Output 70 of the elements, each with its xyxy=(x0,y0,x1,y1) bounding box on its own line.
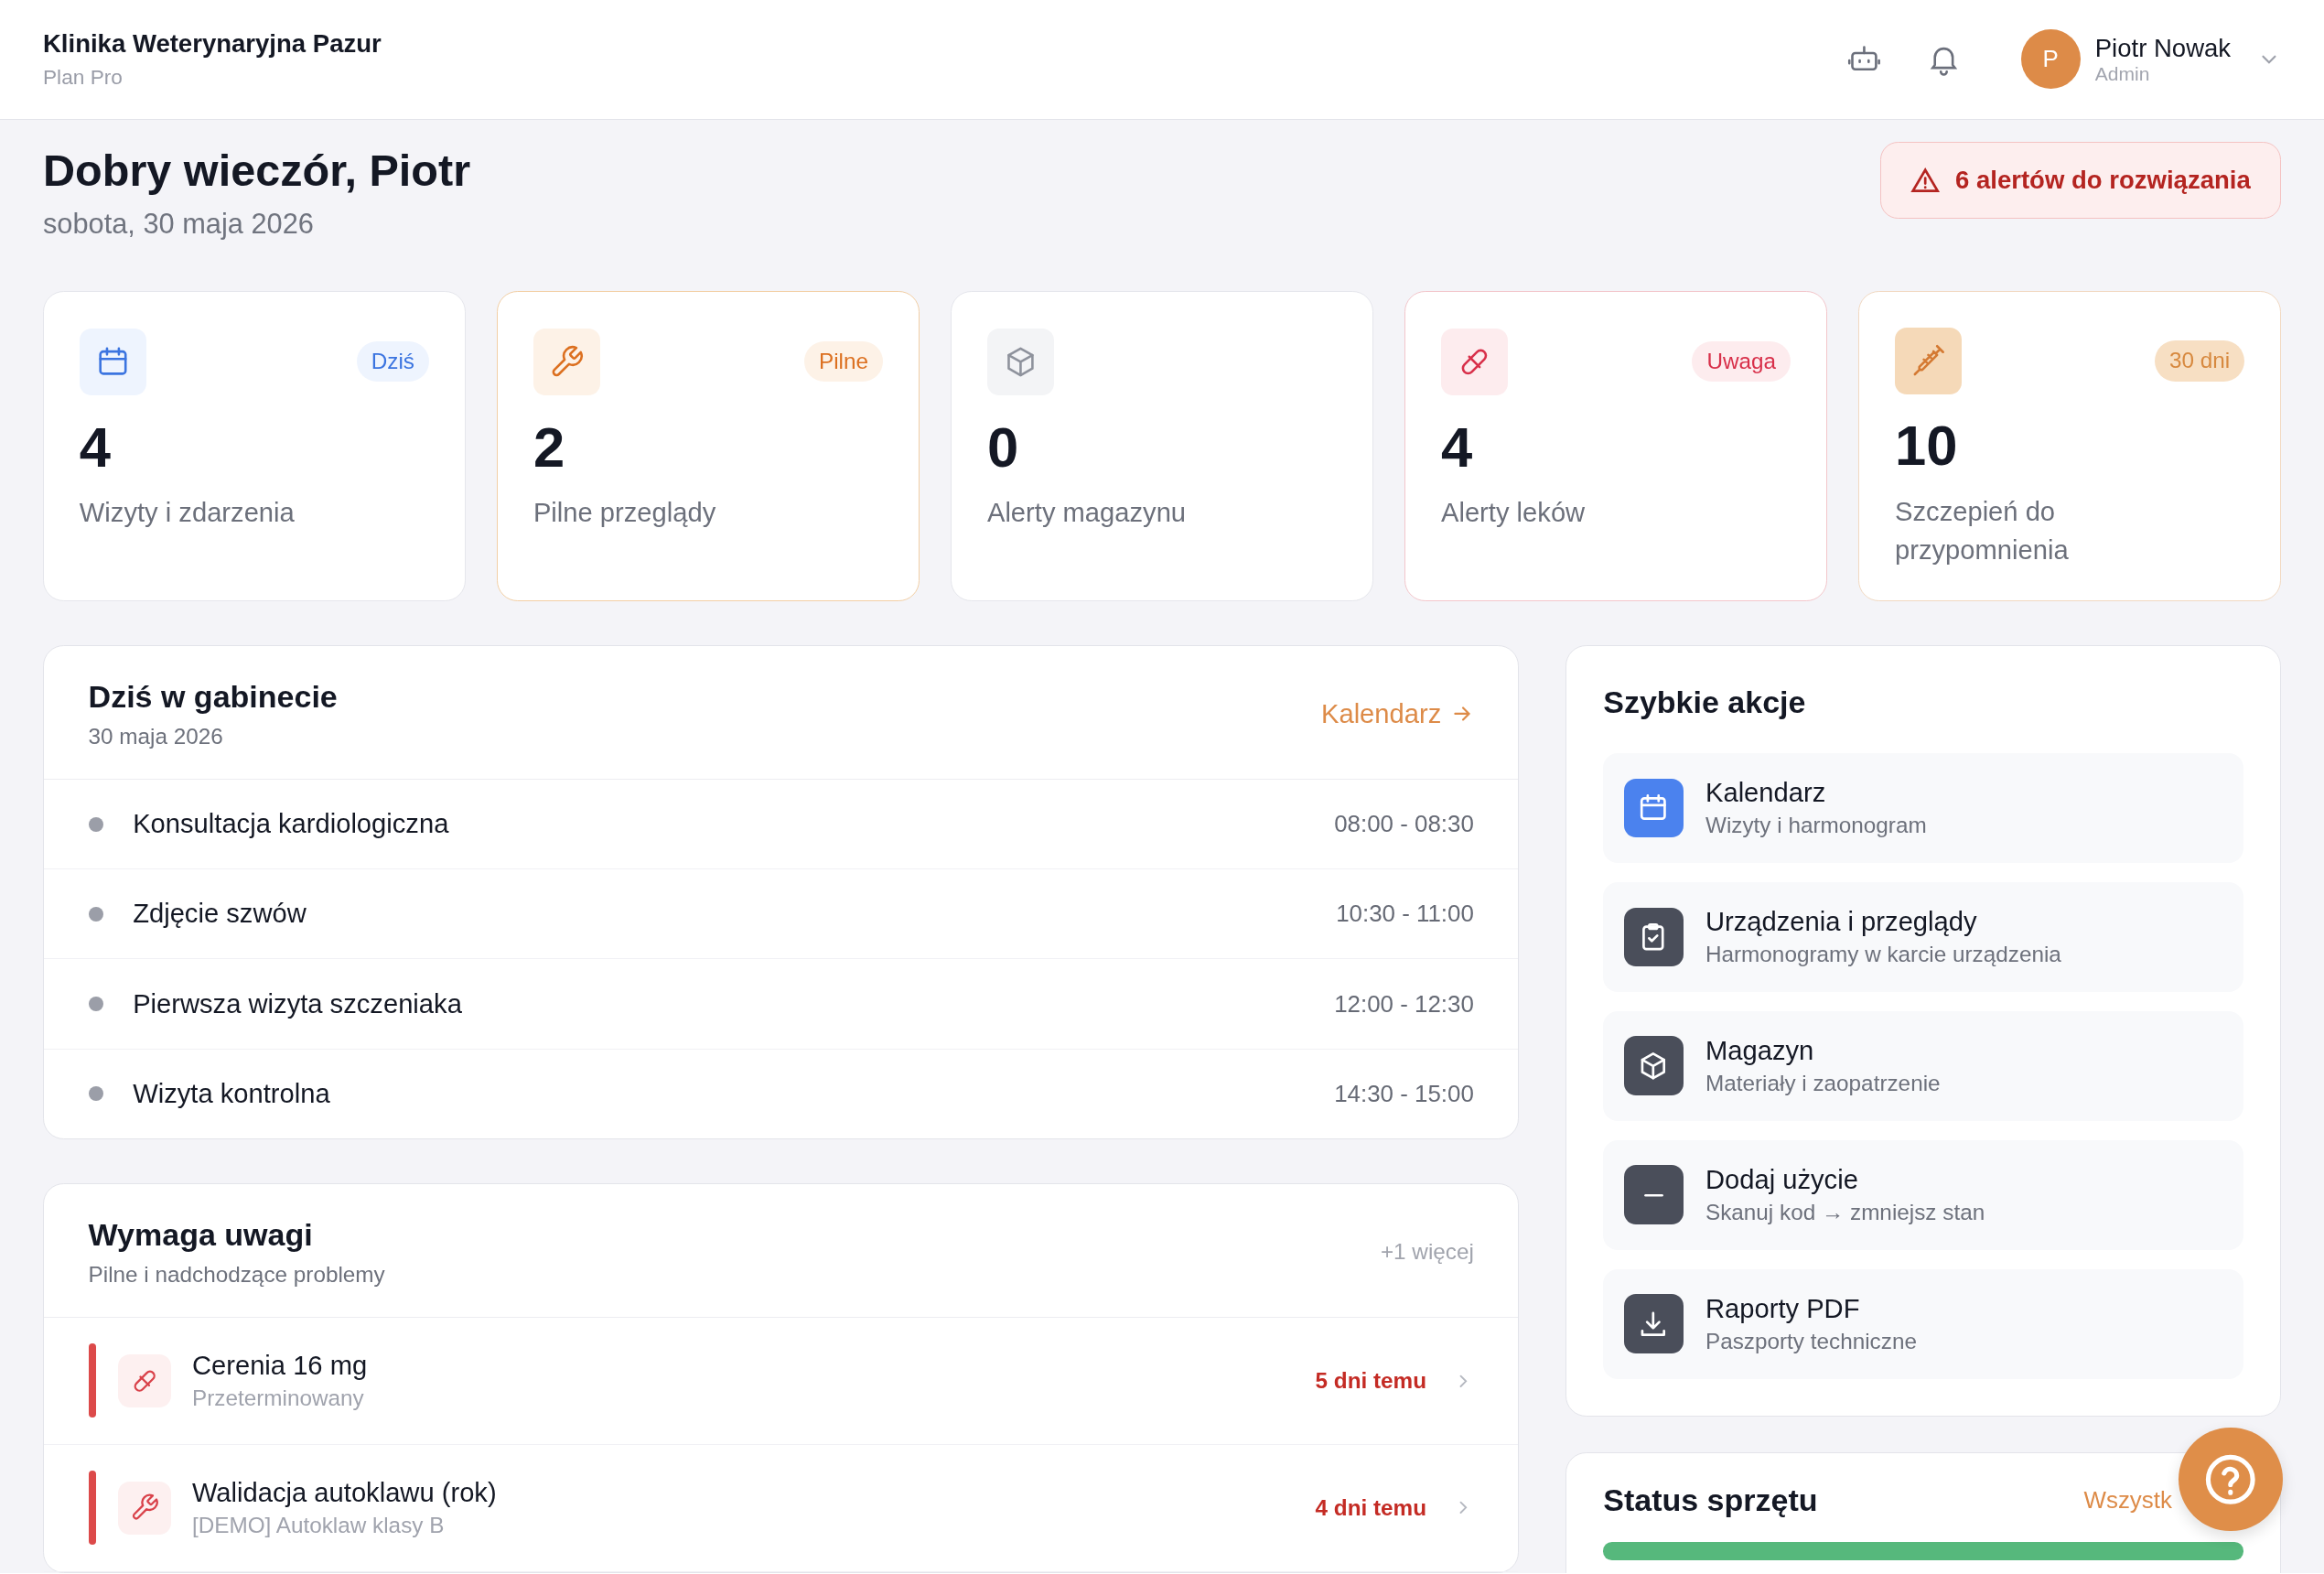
plan-label: Plan Pro xyxy=(42,64,124,90)
user-name: Piotr Nowak xyxy=(2094,33,2232,63)
clinic-name: Klinika Weterynaryjna Pazur xyxy=(42,29,382,59)
event-time: 14:30 - 15:00 xyxy=(1334,1080,1474,1107)
stat-label: Pilne przeglądy xyxy=(533,497,717,530)
stat-card[interactable]: Dziś 4 Wizyty i zdarzenia xyxy=(42,291,466,601)
quick-action[interactable]: Urządzenia i przeglądy Harmonogramy w karcie urządzenia xyxy=(1603,882,2243,992)
event-time: 10:30 - 11:00 xyxy=(1336,900,1474,928)
stat-label: Alerty magazynu xyxy=(986,497,1188,530)
action-title: Dodaj użycie xyxy=(1705,1164,1859,1195)
quick-action[interactable]: Raporty PDF Paszporty techniczne xyxy=(1603,1268,2243,1379)
stat-card[interactable]: Pilne 2 Pilne przeglądy xyxy=(497,291,920,601)
issue-time: 4 dni temu xyxy=(1315,1494,1427,1521)
event-title: Pierwsza wizyta szczeniaka xyxy=(133,988,463,1019)
issue-subtitle: [DEMO] Autoklaw klasy B xyxy=(191,1512,446,1538)
more-count: +1 więcej xyxy=(1380,1239,1474,1266)
issue-title: Walidacja autoklawu (rok) xyxy=(191,1477,498,1508)
action-subtitle: Paszporty techniczne xyxy=(1705,1328,1917,1354)
stat-card[interactable]: Uwaga 4 Alerty leków xyxy=(1404,291,1828,601)
issue-title: Cerenia 16 mg xyxy=(191,1351,369,1382)
event-row[interactable]: Pierwsza wizyta szczeniaka 12:00 - 12:30 xyxy=(43,959,1519,1050)
stat-card[interactable]: 30 dni 10 Szczepień do przypomnienia xyxy=(1858,291,2282,601)
issue-time: 5 dni temu xyxy=(1315,1368,1427,1394)
stat-label: Wizyty i zdarzenia xyxy=(79,497,296,530)
event-row[interactable]: Wizyta kontrolna 14:30 - 15:00 xyxy=(43,1049,1519,1138)
quick-action[interactable]: Kalendarz Wizyty i harmonogram xyxy=(1603,753,2243,863)
action-subtitle: Skanuj kod → zmniejsz stan xyxy=(1705,1199,1985,1225)
stat-value: 0 xyxy=(986,415,1020,480)
action-title: Kalendarz xyxy=(1705,778,1827,809)
avatar: P xyxy=(2020,29,2081,90)
panel-title: Dziś w gabinecie xyxy=(88,678,338,715)
greeting-date: sobota, 30 maja 2026 xyxy=(42,208,315,242)
user-role: Admin xyxy=(2094,62,2151,85)
panel-subtitle: Pilne i nadchodzące problemy xyxy=(88,1261,385,1288)
event-time: 12:00 - 12:30 xyxy=(1334,990,1474,1018)
action-subtitle: Harmonogramy w karcie urządzenia xyxy=(1705,941,2061,967)
stat-value: 2 xyxy=(533,415,566,480)
issue-subtitle: Przeterminowany xyxy=(191,1385,365,1411)
stat-badge: Pilne xyxy=(803,341,884,383)
panel-title: Szybkie akcje xyxy=(1603,685,1807,721)
panel-date: 30 maja 2026 xyxy=(88,723,224,749)
event-time: 08:00 - 08:30 xyxy=(1334,811,1474,838)
action-title: Urządzenia i przeglądy xyxy=(1705,907,1978,937)
issue-row[interactable]: Walidacja autoklawu (rok) [DEMO] Autoklaw klasy B 4 dni temu xyxy=(43,1444,1519,1572)
action-subtitle: Materiały i zaopatrzenie xyxy=(1705,1070,1941,1096)
stat-badge: Dziś xyxy=(356,341,430,383)
stat-value: 4 xyxy=(79,415,113,480)
quick-action[interactable]: Dodaj użycie Skanuj kod → zmniejsz stan xyxy=(1603,1139,2243,1250)
action-subtitle: Wizyty i harmonogram xyxy=(1705,812,1927,838)
event-title: Zdjęcie szwów xyxy=(133,899,307,930)
quick-action[interactable]: Magazyn Materiały i zaopatrzenie xyxy=(1603,1010,2243,1121)
stat-card[interactable]: 0 Alerty magazynu xyxy=(951,291,1374,601)
action-title: Raporty PDF xyxy=(1705,1293,1861,1324)
user-menu[interactable]: P Piotr Nowak Admin xyxy=(2020,29,2282,90)
stat-badge: 30 dni xyxy=(2154,340,2245,382)
event-row[interactable]: Zdjęcie szwów 10:30 - 11:00 xyxy=(43,869,1519,960)
stat-label: Szczepień do przypomnienia xyxy=(1895,495,2070,566)
event-row[interactable]: Konsultacja kardiologiczna 08:00 - 08:30 xyxy=(43,780,1519,870)
stat-label: Alerty leków xyxy=(1441,497,1587,530)
event-title: Wizyta kontrolna xyxy=(133,1078,331,1109)
panel-title: Wymaga uwagi xyxy=(88,1217,314,1254)
issue-row[interactable]: Cerenia 16 mg Przeterminowany 5 dni temu xyxy=(43,1318,1519,1445)
panel-title: Status sprzętu xyxy=(1603,1482,1818,1519)
stat-value: 10 xyxy=(1895,413,1959,480)
stat-value: 4 xyxy=(1441,415,1474,480)
stat-badge: Uwaga xyxy=(1692,341,1791,383)
action-title: Magazyn xyxy=(1705,1035,1815,1066)
alerts-button[interactable]: 6 alertów do rozwiązania xyxy=(1880,141,2282,220)
greeting-title: Dobry wieczór, Piotr xyxy=(42,145,471,197)
event-title: Konsultacja kardiologiczna xyxy=(133,809,450,840)
